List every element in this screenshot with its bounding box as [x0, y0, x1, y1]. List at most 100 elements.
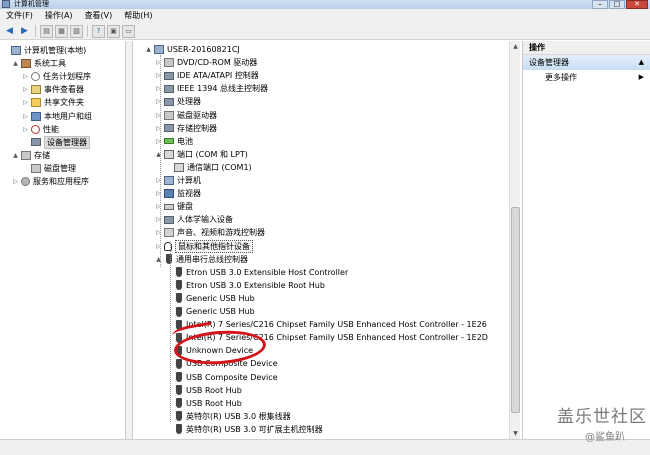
- expand-arrow-icon[interactable]: ▷: [22, 123, 29, 136]
- title-bar: 计算机管理 – □ ✕: [0, 0, 650, 9]
- toolbar-separator: [35, 25, 36, 37]
- device_tree-item[interactable]: ▷ DVD/CD-ROM 驱动器: [155, 56, 257, 69]
- users-icon: [31, 111, 41, 121]
- usb-icon: [176, 411, 182, 422]
- device_tree-label: DVD/CD-ROM 驱动器: [177, 58, 258, 68]
- left_tree-label: 存储: [34, 150, 50, 160]
- toolbar: ◀ ▶ ▤ ▦ ▧ ? ▣ ▭: [0, 23, 650, 40]
- left_tree-item[interactable]: 磁盘管理: [22, 162, 76, 175]
- left_tree-item[interactable]: ▷ 共享文件夹: [22, 96, 84, 109]
- submenu-arrow-icon: ▶: [638, 73, 644, 81]
- left_tree-item[interactable]: ▷ 事件查看器: [22, 83, 84, 96]
- usb-icon: [176, 267, 182, 278]
- device_tree-item[interactable]: ▷ IEEE 1394 总线主控制器: [155, 82, 268, 95]
- left_tree-item[interactable]: ▷ 本地用户和组: [22, 110, 92, 123]
- expand-arrow-icon[interactable]: ▷: [22, 96, 29, 109]
- collapse-arrow-icon[interactable]: ▲: [12, 149, 19, 162]
- menu-action[interactable]: 操作(A): [39, 9, 79, 23]
- device_tree-item[interactable]: ▷ 存储控制器: [155, 122, 217, 135]
- left_tree-item[interactable]: ▷ 服务和应用程序: [12, 175, 89, 188]
- show-hide-tree-icon[interactable]: ▦: [55, 24, 68, 38]
- collapse-arrow-icon[interactable]: ▲: [12, 57, 19, 70]
- device-tree-scrollbar[interactable]: ▲ ▼: [509, 41, 520, 439]
- scroll-down-icon[interactable]: ▼: [511, 429, 520, 438]
- expand-arrow-icon[interactable]: ▷: [12, 175, 19, 188]
- device_tree-item[interactable]: 英特尔(R) USB 3.0 根集线器: [165, 410, 291, 423]
- device_tree-label: 声音、视频和游戏控制器: [177, 228, 265, 238]
- sound-icon: [164, 228, 174, 238]
- status-bar: [0, 439, 650, 455]
- battery-icon: [164, 138, 174, 145]
- device_tree-item[interactable]: Etron USB 3.0 Extensible Root Hub: [165, 279, 325, 292]
- close-button[interactable]: ✕: [626, 0, 648, 9]
- usb-icon: [166, 254, 172, 265]
- actions-device-manager[interactable]: 设备管理器 ▲: [523, 55, 650, 70]
- left_tree-label: 计算机管理(本地): [24, 46, 87, 55]
- device_tree-item[interactable]: ▷ 计算机: [155, 174, 201, 187]
- device_tree-label: Generic USB Hub: [186, 307, 255, 316]
- device_tree-item[interactable]: Generic USB Hub: [165, 305, 255, 318]
- device-manager-icon: [31, 138, 41, 147]
- device_tree-label: 监视器: [177, 189, 201, 199]
- device_tree-label: 鼠标和其他指针设备: [175, 239, 253, 253]
- more-actions[interactable]: 更多操作 ▶: [523, 70, 650, 85]
- device_tree-item[interactable]: ▷ 声音、视频和游戏控制器: [155, 226, 265, 239]
- expand-arrow-icon[interactable]: ▷: [22, 83, 29, 96]
- left_tree-item[interactable]: 计算机管理(本地): [2, 44, 86, 57]
- menu-file[interactable]: 文件(F): [0, 9, 39, 23]
- window-title: 计算机管理: [14, 0, 49, 8]
- device-tree-pane: ▲ USER-20160821CJ ▷ DVD/CD-ROM 驱动器 ▷ IDE ATA/…: [132, 41, 520, 455]
- scroll-thumb[interactable]: [511, 207, 520, 413]
- tools-icon: [21, 59, 31, 69]
- left_tree-label: 性能: [43, 124, 59, 134]
- usb-icon: [176, 424, 182, 435]
- left_tree-label: 系统工具: [34, 59, 66, 69]
- left_tree-label: 任务计划程序: [43, 72, 91, 82]
- properties-icon[interactable]: ▣: [107, 24, 120, 38]
- console-tree-pane: 计算机管理(本地) ▲ 系统工具 ▷ 任务计划程序 ▷ 事件查看器 ▷ 共享文件夹 ▷ 本地用户和组…: [0, 41, 126, 455]
- menu-view[interactable]: 查看(V): [79, 9, 119, 23]
- monitor-icon[interactable]: ▭: [122, 24, 135, 38]
- tree-connector-line: [170, 241, 171, 422]
- device_tree-item[interactable]: ▷ IDE ATA/ATAPI 控制器: [155, 69, 259, 82]
- device_tree-item[interactable]: USB Root Hub: [165, 397, 242, 410]
- left_tree-item[interactable]: ▷ 任务计划程序: [22, 70, 91, 83]
- expand-arrow-icon[interactable]: ▷: [22, 110, 29, 123]
- device_tree-label: IEEE 1394 总线主控制器: [177, 84, 268, 94]
- left_tree-item[interactable]: ▲ 系统工具: [12, 57, 66, 70]
- device_tree-item[interactable]: Etron USB 3.0 Extensible Host Controller: [165, 266, 348, 279]
- left_tree-label: 共享文件夹: [44, 98, 84, 108]
- export-list-icon[interactable]: ▧: [70, 24, 83, 38]
- keyboard-icon: [164, 203, 174, 210]
- left_tree-item[interactable]: ▲ 存储: [12, 149, 50, 162]
- collapse-up-icon[interactable]: ▲: [639, 55, 644, 70]
- left_tree-item[interactable]: ▷ 性能: [22, 123, 59, 136]
- device_tree-item[interactable]: ▷ 磁盘驱动器: [155, 109, 217, 122]
- device_tree-item[interactable]: USB Root Hub: [165, 384, 242, 397]
- maximize-button[interactable]: □: [609, 0, 625, 9]
- forward-arrow-icon[interactable]: ▶: [18, 25, 31, 38]
- device_tree-item[interactable]: 英特尔(R) USB 3.0 可扩展主机控制器: [165, 423, 323, 436]
- up-folder-icon[interactable]: ▤: [40, 24, 53, 38]
- left_tree-item[interactable]: 设备管理器: [22, 135, 90, 149]
- device_tree-label: 通用串行总线控制器: [176, 254, 248, 264]
- collapse-arrow-icon[interactable]: ▲: [145, 43, 152, 56]
- ide-controller-icon: [164, 71, 174, 80]
- device_tree-item[interactable]: ▷ 监视器: [155, 187, 201, 200]
- device_tree-item[interactable]: ▷ 处理器: [155, 95, 201, 108]
- help-icon[interactable]: ?: [92, 24, 105, 38]
- scroll-up-icon[interactable]: ▲: [511, 42, 520, 51]
- device_tree-item[interactable]: Generic USB Hub: [165, 292, 255, 305]
- menu-help[interactable]: 帮助(H): [118, 9, 158, 23]
- expand-arrow-icon[interactable]: ▷: [22, 70, 29, 83]
- device_tree-item[interactable]: ▲ 通用串行总线控制器: [155, 253, 248, 266]
- left_tree-label: 本地用户和组: [44, 111, 92, 121]
- back-arrow-icon[interactable]: ◀: [3, 25, 16, 38]
- minimize-button[interactable]: –: [592, 0, 608, 9]
- device_tree-item[interactable]: Intel(R) 7 Series/C216 Chipset Family US…: [165, 318, 487, 331]
- device_tree-item[interactable]: ▷ 人体学输入设备: [155, 213, 233, 226]
- device_tree-item[interactable]: USB Composite Device: [165, 371, 278, 384]
- device_tree-item[interactable]: ▲ 端口 (COM 和 LPT): [155, 148, 248, 161]
- disk-drive-icon: [164, 110, 174, 120]
- device_tree-item[interactable]: 通信端口 (COM1): [165, 161, 252, 174]
